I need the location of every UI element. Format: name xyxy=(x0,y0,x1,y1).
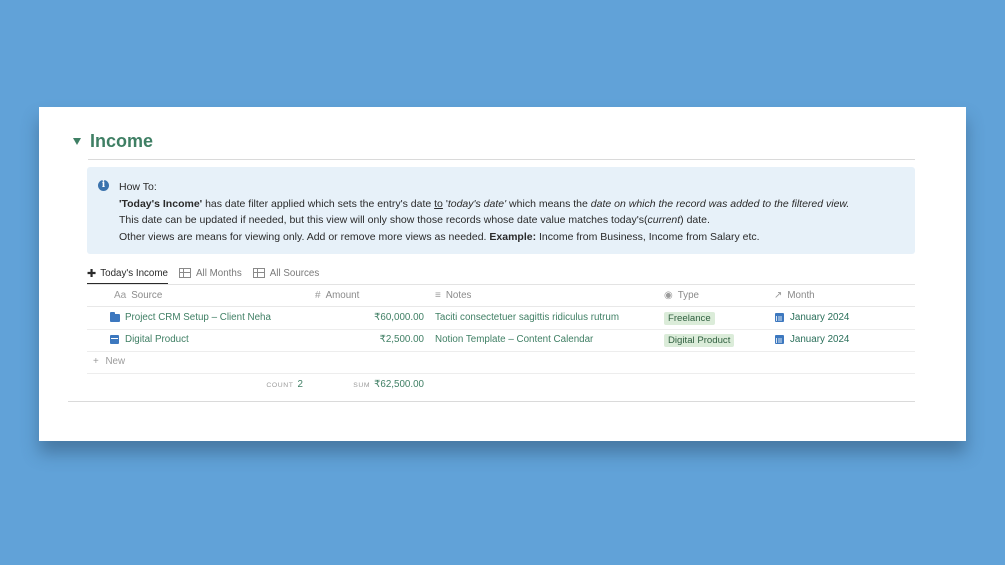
column-label: Type xyxy=(677,290,699,301)
callout-heading: How To: xyxy=(119,181,157,193)
source-text: Project CRM Setup – Client Neha xyxy=(125,312,271,323)
notes-cell[interactable]: Notion Template – Content Calendar xyxy=(435,334,593,345)
tab-todays-income[interactable]: ✚ Today's Income xyxy=(87,262,168,285)
callout-italic-2: date on which the record was added to th… xyxy=(590,197,850,210)
callout-text: How To: 'Today's Income' has date filter… xyxy=(119,179,903,245)
month-text: January 2024 xyxy=(790,312,850,323)
callout-bold-view: 'Today's Income' xyxy=(119,197,203,210)
callout-text-1c: which means the xyxy=(506,197,591,210)
tab-label: All Sources xyxy=(269,267,320,279)
plus-icon: ✚ xyxy=(87,267,97,280)
table-row[interactable]: Digital Product ₹2,500.00 Notion Templat… xyxy=(87,329,915,352)
type-cell[interactable]: Freelance xyxy=(664,312,715,325)
new-row-content: + New xyxy=(93,356,125,367)
number-property-icon: # xyxy=(315,290,321,301)
summary-row: COUNT 2 SUM ₹62,500.00 xyxy=(87,373,915,395)
column-header-month[interactable]: ↗ Month xyxy=(774,290,815,301)
calendar-icon xyxy=(775,335,784,344)
month-text: January 2024 xyxy=(790,334,850,345)
source-text: Digital Product xyxy=(125,334,189,345)
how-to-callout: i How To: 'Today's Income' has date filt… xyxy=(87,167,915,254)
income-card: Income i How To: 'Today's Income' has da… xyxy=(39,107,966,441)
sum-value: ₹62,500.00 xyxy=(374,379,424,390)
source-cell[interactable]: Digital Product xyxy=(110,334,189,345)
new-label: New xyxy=(105,356,126,367)
callout-italic-3: current xyxy=(647,214,681,226)
new-row-button[interactable]: + New xyxy=(87,351,915,374)
tab-label: All Months xyxy=(195,267,242,279)
plus-icon: + xyxy=(93,356,99,367)
bottom-divider xyxy=(68,401,915,402)
callout-text-2b: ) date. xyxy=(680,214,710,226)
callout-italic-1: today's date' xyxy=(447,197,507,210)
count-label: COUNT xyxy=(266,382,294,389)
table-header: Aa Source # Amount ≡ Notes ◉ Type ↗ Mont… xyxy=(87,284,915,307)
lines-property-icon: ≡ xyxy=(435,290,441,301)
column-label: Month xyxy=(787,290,815,301)
column-header-amount[interactable]: # Amount xyxy=(315,290,359,301)
column-label: Amount xyxy=(325,290,360,301)
column-label: Source xyxy=(131,290,163,301)
tab-all-months[interactable]: All Months xyxy=(178,262,242,284)
callout-text-3a: Other views are means for viewing only. … xyxy=(119,230,490,243)
month-cell[interactable]: January 2024 xyxy=(775,312,849,323)
amount-cell[interactable]: ₹60,000.00 xyxy=(374,312,424,323)
count-summary[interactable]: COUNT 2 xyxy=(266,379,303,390)
view-tabs: ✚ Today's Income All Months All Sources xyxy=(87,262,330,285)
tab-all-sources[interactable]: All Sources xyxy=(252,262,320,284)
type-tag: Digital Product xyxy=(664,334,735,347)
table-row[interactable]: Project CRM Setup – Client Neha ₹60,000.… xyxy=(87,307,915,330)
toggle-triangle-icon[interactable] xyxy=(73,138,81,145)
month-cell[interactable]: January 2024 xyxy=(775,334,849,345)
callout-text-2a: This date can be updated if needed, but … xyxy=(119,214,648,226)
notes-cell[interactable]: Taciti consectetuer sagittis ridiculus r… xyxy=(435,312,619,323)
income-toggle[interactable]: Income xyxy=(73,131,153,152)
column-header-source[interactable]: Aa Source xyxy=(114,290,162,301)
info-icon: i xyxy=(98,180,109,191)
source-cell[interactable]: Project CRM Setup – Client Neha xyxy=(110,311,271,323)
section-title: Income xyxy=(90,131,154,151)
table-icon xyxy=(252,268,265,278)
folder-icon xyxy=(110,311,120,322)
title-divider xyxy=(88,159,915,160)
text-property-icon: Aa xyxy=(114,290,127,301)
type-tag: Freelance xyxy=(664,312,715,325)
column-header-type[interactable]: ◉ Type xyxy=(664,290,699,301)
calendar-icon xyxy=(775,313,784,322)
formula-property-icon: ↗ xyxy=(774,290,783,301)
tab-label: Today's Income xyxy=(100,267,168,279)
column-header-notes[interactable]: ≡ Notes xyxy=(435,290,471,301)
callout-text-to: to xyxy=(434,197,443,210)
count-value: 2 xyxy=(297,379,303,390)
callout-text-1a: has date filter applied which sets the e… xyxy=(202,197,435,210)
sum-summary[interactable]: SUM ₹62,500.00 xyxy=(353,379,424,390)
table-icon xyxy=(178,268,191,278)
column-label: Notes xyxy=(445,290,472,301)
sum-label: SUM xyxy=(353,382,371,389)
amount-cell[interactable]: ₹2,500.00 xyxy=(380,334,424,345)
box-icon xyxy=(110,335,119,344)
callout-text-3b: Income from Business, Income from Salary… xyxy=(536,230,760,243)
callout-bold-example: Example: xyxy=(489,230,537,243)
select-property-icon: ◉ xyxy=(664,290,673,301)
type-cell[interactable]: Digital Product xyxy=(664,334,735,347)
